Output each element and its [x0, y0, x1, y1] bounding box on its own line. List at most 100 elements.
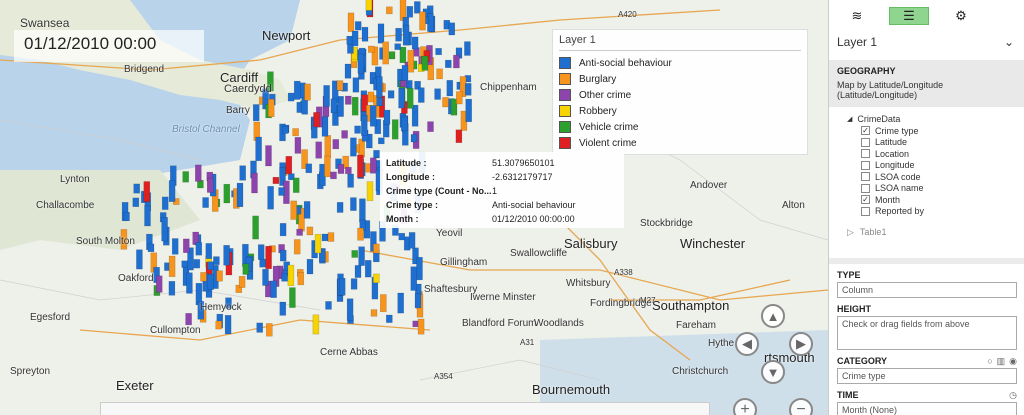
crime-column[interactable] — [341, 130, 348, 139]
crime-column[interactable] — [224, 315, 232, 335]
crime-column[interactable] — [414, 293, 422, 309]
crime-column[interactable] — [407, 50, 415, 73]
crime-column[interactable] — [412, 320, 419, 328]
crime-column[interactable] — [304, 83, 311, 101]
crime-column[interactable] — [223, 183, 231, 204]
crime-column[interactable] — [357, 227, 364, 241]
crime-column[interactable] — [336, 202, 344, 213]
time-field[interactable]: Month (None) — [837, 402, 1017, 415]
field-checkbox-row[interactable]: Longitude — [847, 160, 1024, 172]
pan-down-button[interactable]: ▼ — [761, 360, 785, 384]
crime-column[interactable] — [144, 205, 151, 227]
crime-column[interactable] — [290, 200, 297, 220]
crime-column[interactable] — [206, 177, 214, 193]
pan-up-button[interactable]: ▲ — [761, 304, 785, 328]
crime-column[interactable] — [143, 181, 151, 202]
crime-column[interactable] — [397, 292, 404, 314]
crime-column[interactable] — [354, 125, 361, 134]
crime-column[interactable] — [255, 136, 262, 162]
crime-column[interactable] — [242, 263, 250, 275]
crime-column[interactable] — [332, 139, 340, 150]
crime-column[interactable] — [436, 68, 443, 80]
geography-mapping[interactable]: Map by Latitude/Longitude (Latitude/Long… — [829, 78, 1024, 102]
crime-column[interactable] — [236, 182, 244, 208]
crime-column[interactable] — [373, 243, 380, 254]
crime-column[interactable] — [306, 258, 314, 275]
field-checkbox-row[interactable]: ✓ Crime type — [847, 125, 1024, 137]
field-checkbox-row[interactable]: LSOA code — [847, 171, 1024, 183]
crime-column[interactable] — [321, 233, 329, 242]
crime-column[interactable] — [216, 270, 223, 282]
legend-item[interactable]: Violent crime — [559, 135, 801, 151]
crime-column[interactable] — [358, 246, 365, 266]
crime-column[interactable] — [351, 250, 358, 258]
crime-column[interactable] — [193, 259, 201, 269]
crime-column[interactable] — [336, 80, 344, 91]
checkbox[interactable] — [861, 149, 870, 159]
crime-column[interactable] — [354, 21, 362, 31]
crime-column[interactable] — [350, 137, 357, 157]
crime-column[interactable] — [383, 109, 391, 125]
crime-column[interactable] — [293, 239, 301, 255]
crime-column[interactable] — [267, 98, 275, 118]
crime-column[interactable] — [398, 88, 405, 109]
legend-item[interactable]: Vehicle crime — [559, 119, 801, 135]
crime-column[interactable] — [161, 217, 168, 242]
crime-column[interactable] — [350, 197, 357, 211]
crime-column[interactable] — [312, 314, 320, 335]
crime-column[interactable] — [351, 30, 359, 47]
crime-column[interactable] — [421, 55, 429, 71]
crime-column[interactable] — [386, 6, 393, 15]
crime-column[interactable] — [168, 180, 176, 202]
crime-column[interactable] — [419, 11, 426, 31]
crime-column[interactable] — [361, 26, 369, 42]
crime-column[interactable] — [402, 24, 410, 46]
crime-column[interactable] — [351, 96, 359, 116]
crime-column[interactable] — [265, 245, 272, 270]
crime-column[interactable] — [410, 266, 418, 291]
crime-column[interactable] — [386, 314, 393, 323]
checkbox[interactable] — [861, 137, 870, 147]
field-checkbox-row[interactable]: LSOA name — [847, 183, 1024, 195]
crime-column[interactable] — [350, 278, 358, 290]
crime-column[interactable] — [262, 268, 269, 286]
crime-column[interactable] — [195, 164, 202, 182]
crime-column[interactable] — [337, 96, 344, 117]
crime-column[interactable] — [369, 105, 377, 127]
pan-right-button[interactable]: ▶ — [789, 332, 813, 356]
crime-column[interactable] — [182, 171, 189, 183]
crime-column[interactable] — [434, 88, 441, 100]
crime-column[interactable] — [207, 273, 214, 290]
crime-column[interactable] — [366, 181, 374, 202]
crime-column[interactable] — [337, 164, 345, 174]
crime-column[interactable] — [292, 177, 300, 193]
crime-column[interactable] — [382, 41, 389, 65]
crime-column[interactable] — [364, 260, 372, 278]
crime-column[interactable] — [223, 245, 230, 266]
crime-column[interactable] — [303, 201, 311, 219]
crime-column[interactable] — [205, 243, 213, 259]
crime-column[interactable] — [367, 91, 375, 103]
crime-column[interactable] — [376, 76, 383, 98]
crime-column[interactable] — [338, 277, 346, 296]
crime-column[interactable] — [414, 1, 421, 14]
crime-column[interactable] — [330, 98, 338, 114]
map-canvas[interactable]: Swansea Newport Cardiff Caerdydd Bridgen… — [0, 0, 828, 415]
type-dropdown[interactable]: Column — [837, 282, 1017, 298]
crime-column[interactable] — [377, 23, 385, 44]
crime-column[interactable] — [287, 264, 295, 287]
field-list-button[interactable]: ☰ — [889, 7, 929, 25]
crime-column[interactable] — [133, 183, 140, 194]
crime-column[interactable] — [406, 6, 414, 18]
crime-column[interactable] — [195, 242, 203, 256]
crime-column[interactable] — [279, 223, 287, 237]
crime-column[interactable] — [442, 97, 449, 108]
crime-column[interactable] — [215, 320, 222, 330]
crime-column[interactable] — [279, 249, 287, 262]
checkbox[interactable]: ✓ — [861, 126, 870, 136]
crime-column[interactable] — [395, 27, 402, 42]
crime-column[interactable] — [252, 104, 260, 122]
crime-column[interactable] — [314, 233, 322, 254]
crime-column[interactable] — [354, 265, 362, 278]
crime-column[interactable] — [417, 318, 425, 335]
